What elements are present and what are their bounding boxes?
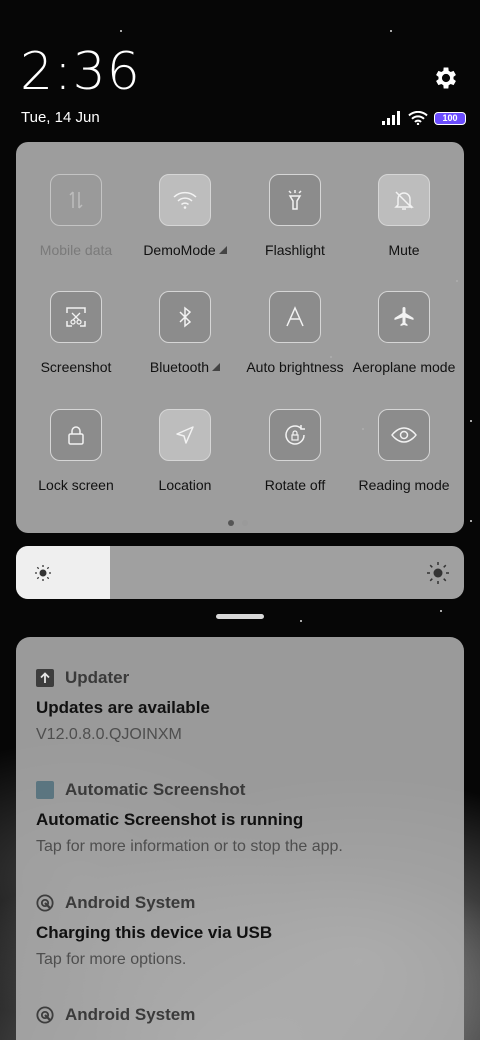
quick-settings-panel: Mobile data DemoMode Flashlight Mute Scr… bbox=[16, 142, 464, 533]
notification-automatic-screenshot[interactable]: Automatic Screenshot Automatic Screensho… bbox=[36, 779, 446, 856]
tile-location[interactable]: Location bbox=[130, 409, 240, 493]
tile-label: Reading mode bbox=[358, 477, 450, 493]
page-indicator bbox=[228, 520, 248, 526]
bell-off-icon bbox=[394, 191, 414, 210]
tile-mute[interactable]: Mute bbox=[349, 174, 459, 258]
wifi-status-icon bbox=[408, 111, 428, 125]
tile-demomode[interactable]: DemoMode bbox=[130, 174, 240, 258]
expand-triangle-icon[interactable] bbox=[212, 363, 221, 371]
notification-android-system[interactable]: Android System bbox=[36, 1004, 446, 1026]
android-system-icon bbox=[36, 1006, 54, 1024]
bluetooth-icon bbox=[179, 306, 192, 328]
tile-label: Bluetooth bbox=[149, 359, 210, 375]
lock-icon bbox=[68, 426, 84, 445]
brightness-fill bbox=[16, 546, 111, 599]
tile-reading-mode[interactable]: Reading mode bbox=[349, 409, 459, 493]
notification-text: Tap for more options. bbox=[36, 951, 187, 968]
notification-app-name: Automatic Screenshot bbox=[65, 780, 246, 799]
wifi-icon bbox=[173, 191, 197, 209]
upload-arrow-icon bbox=[36, 669, 54, 687]
tile-aeroplane-mode[interactable]: Aeroplane mode bbox=[349, 291, 459, 375]
status-icons: 100 bbox=[382, 110, 466, 126]
signal-icon bbox=[382, 111, 400, 125]
tile-label: Screenshot bbox=[40, 359, 112, 375]
mobile-data-icon bbox=[69, 191, 83, 209]
tile-screenshot[interactable]: Screenshot bbox=[21, 291, 131, 375]
tile-label: DemoMode bbox=[143, 242, 216, 258]
battery-icon: 100 bbox=[434, 111, 466, 125]
notification-app-name: Android System bbox=[65, 893, 196, 912]
expand-triangle-icon[interactable] bbox=[218, 246, 227, 254]
airplane-icon bbox=[394, 307, 414, 326]
notification-panel: Updater Updates are available V12.0.8.0.… bbox=[16, 637, 464, 1040]
notification-app-name: Updater bbox=[65, 668, 130, 687]
notification-title: Automatic Screenshot is running bbox=[36, 810, 304, 829]
flashlight-icon bbox=[288, 190, 302, 210]
notification-updater[interactable]: Updater Updates are available V12.0.8.0.… bbox=[36, 667, 446, 744]
panel-drag-handle[interactable] bbox=[216, 614, 264, 619]
notification-app-name: Android System bbox=[65, 1005, 196, 1024]
tile-label: Aeroplane mode bbox=[352, 359, 456, 375]
tile-rotate[interactable]: Rotate off bbox=[240, 409, 350, 493]
tile-auto-brightness[interactable]: Auto brightness bbox=[240, 291, 350, 375]
tile-label: Auto brightness bbox=[246, 359, 344, 375]
android-system-icon bbox=[36, 894, 54, 912]
tile-mobile-data[interactable]: Mobile data bbox=[21, 174, 131, 258]
page-dot bbox=[242, 520, 248, 526]
clock[interactable]: 2:36 bbox=[20, 46, 141, 98]
screenshot-icon bbox=[66, 307, 86, 327]
eye-icon bbox=[391, 427, 417, 443]
date[interactable]: Tue, 14 Jun bbox=[21, 109, 100, 126]
tile-label: Flashlight bbox=[265, 242, 325, 258]
tile-label: Rotate off bbox=[264, 477, 326, 493]
notification-title: Charging this device via USB bbox=[36, 923, 273, 942]
brightness-slider[interactable] bbox=[16, 546, 464, 599]
notification-text: Tap for more information or to stop the … bbox=[36, 838, 343, 855]
tile-label: Mobile data bbox=[39, 242, 113, 258]
brightness-high-icon bbox=[427, 562, 449, 584]
notification-text: V12.0.8.0.QJOINXM bbox=[36, 726, 182, 743]
app-square-icon bbox=[36, 781, 54, 799]
brightness-low-icon bbox=[35, 565, 51, 581]
location-icon bbox=[176, 426, 194, 444]
page-dot-active bbox=[228, 520, 234, 526]
notification-title: Updates are available bbox=[36, 698, 210, 717]
tile-flashlight[interactable]: Flashlight bbox=[240, 174, 350, 258]
notification-android-system-usb[interactable]: Android System Charging this device via … bbox=[36, 892, 446, 969]
tile-label: Lock screen bbox=[38, 477, 114, 493]
auto-brightness-icon bbox=[286, 306, 304, 327]
settings-gear-icon[interactable] bbox=[432, 64, 460, 92]
tile-bluetooth[interactable]: Bluetooth bbox=[130, 291, 240, 375]
tile-lock-screen[interactable]: Lock screen bbox=[21, 409, 131, 493]
rotate-lock-icon bbox=[285, 425, 305, 445]
tile-label: Mute bbox=[388, 242, 420, 258]
tile-label: Location bbox=[158, 477, 212, 493]
